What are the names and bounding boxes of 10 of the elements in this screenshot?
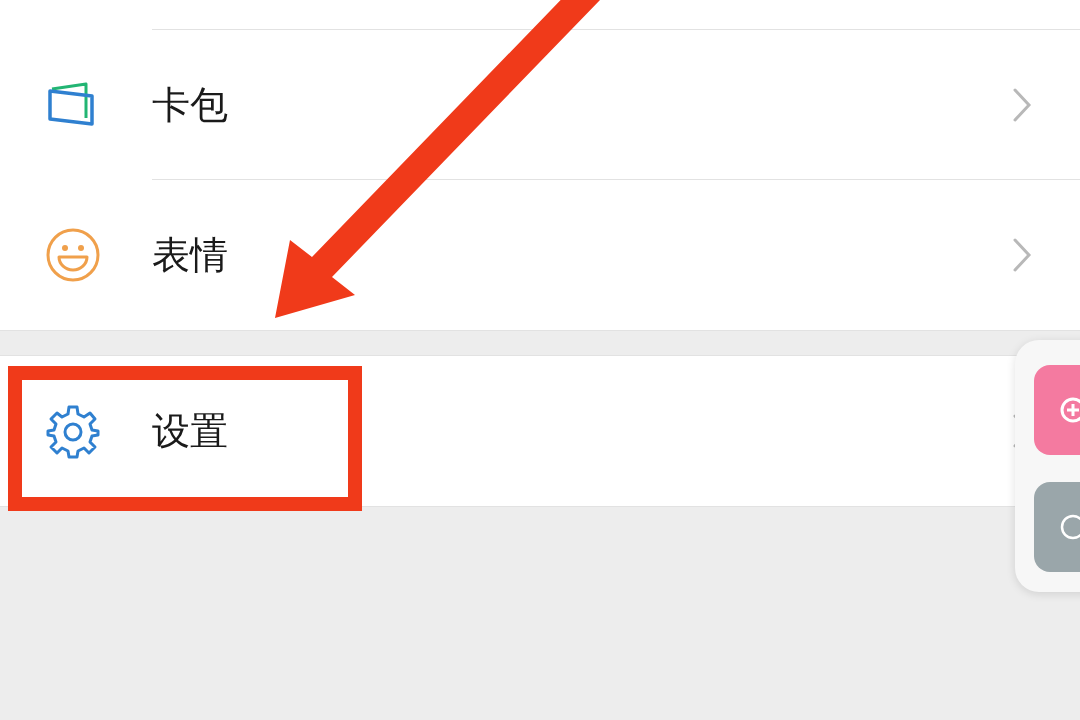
menu-item[interactable]: 设置 — [0, 356, 1080, 506]
menu-label: 表情 — [152, 231, 229, 279]
smiley-icon — [45, 227, 101, 283]
menu-label: 设置 — [152, 407, 229, 455]
chevron-right-icon — [1012, 87, 1032, 123]
chevron-right-icon — [1012, 237, 1032, 273]
menu-item[interactable]: 表情 — [0, 180, 1080, 330]
menu-label: 卡包 — [152, 81, 229, 129]
menu-item[interactable]: 卡包 — [0, 30, 1080, 180]
settings-icon — [45, 403, 101, 459]
